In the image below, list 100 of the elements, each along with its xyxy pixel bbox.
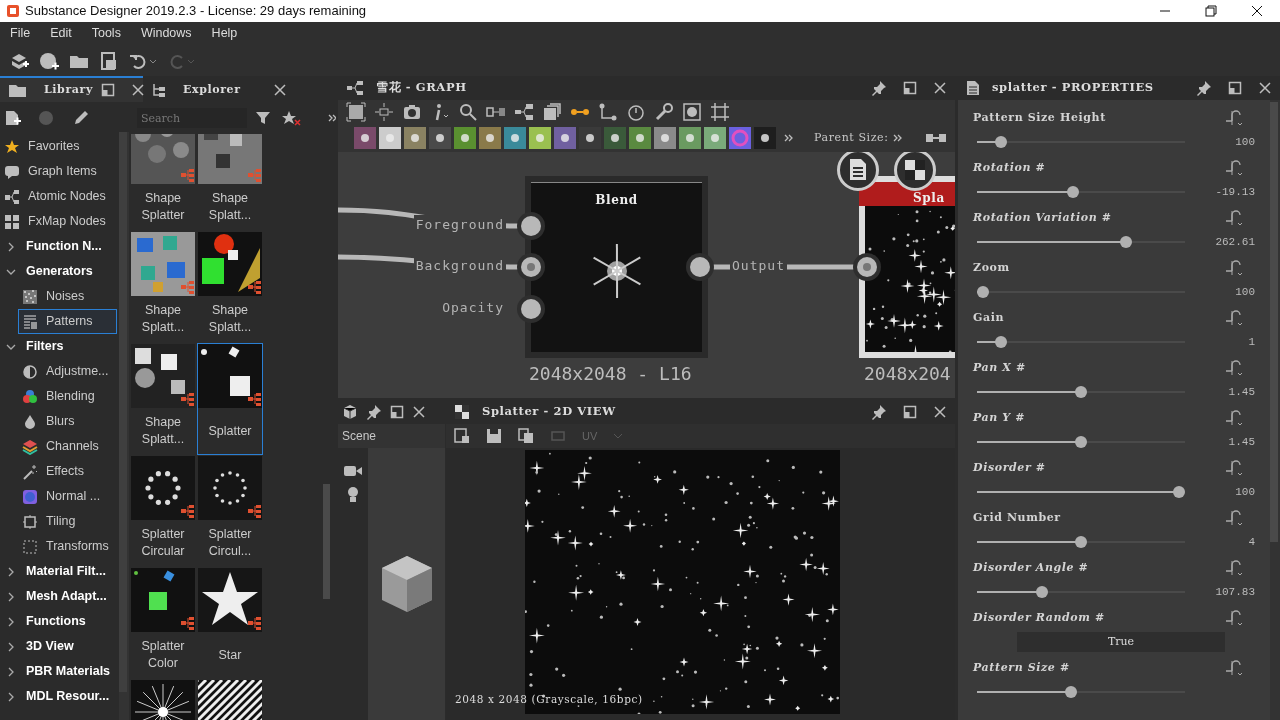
function-graph-icon[interactable] (1224, 659, 1244, 677)
slider[interactable] (977, 235, 1185, 249)
library-node-tile[interactable]: Shape Splatter (130, 134, 196, 231)
close-icon[interactable] (933, 405, 947, 419)
close-icon[interactable] (412, 405, 426, 419)
atomic-node-button-icon[interactable] (654, 127, 676, 149)
more-icon[interactable] (891, 132, 904, 144)
tree-item[interactable]: Material Filt... (0, 559, 118, 584)
atomic-node-button-icon[interactable] (354, 127, 376, 149)
function-graph-icon[interactable] (1224, 109, 1244, 127)
close-icon[interactable] (272, 83, 287, 97)
input-port[interactable] (517, 253, 545, 281)
atomic-node-button-icon[interactable] (529, 127, 551, 149)
menu-item[interactable]: Help (201, 24, 248, 43)
frame-icon[interactable] (346, 102, 366, 122)
tree-item[interactable]: Blending (0, 384, 118, 409)
function-graph-icon[interactable] (1224, 459, 1244, 477)
light-bulb-icon[interactable] (346, 486, 360, 504)
slider-handle[interactable] (1075, 536, 1087, 548)
function-graph-icon[interactable] (1224, 559, 1244, 577)
atomic-node-button-icon[interactable] (479, 127, 501, 149)
menu-item[interactable]: Tools (81, 24, 131, 43)
float-icon[interactable] (1228, 81, 1242, 95)
tree-item[interactable]: Favorites (0, 134, 118, 159)
atomic-node-button-icon[interactable] (429, 127, 451, 149)
atomic-node-button-icon[interactable] (704, 127, 726, 149)
tree-item[interactable]: MDL Resour... (0, 684, 118, 709)
tree-item[interactable]: Functions (0, 609, 118, 634)
graph-node[interactable]: Blend (525, 176, 708, 358)
tree-item[interactable]: Adjustme... (0, 359, 118, 384)
graph-node[interactable]: Spla (859, 176, 955, 358)
tree-item[interactable]: Blurs (0, 409, 118, 434)
slider-handle[interactable] (1075, 436, 1087, 448)
panel-tab[interactable]: Explorer (143, 76, 337, 102)
slider-handle[interactable] (977, 286, 989, 298)
atomic-node-button-icon[interactable] (629, 127, 651, 149)
slider[interactable] (977, 335, 1185, 349)
tree-item[interactable]: Tiling (0, 509, 118, 534)
slider-handle[interactable] (1065, 686, 1078, 698)
slider[interactable] (977, 685, 1185, 699)
link-icon[interactable] (924, 131, 947, 145)
slider[interactable] (977, 185, 1185, 199)
slider[interactable] (977, 585, 1185, 599)
clear-favorites-icon[interactable] (281, 110, 301, 126)
function-graph-icon[interactable] (1224, 209, 1244, 227)
camera-icon[interactable] (344, 464, 362, 478)
menu-item[interactable]: Edit (40, 24, 82, 43)
atomic-node-button-icon[interactable] (729, 127, 751, 149)
slider-handle[interactable] (1120, 236, 1133, 248)
atomic-node-button-icon[interactable] (454, 127, 476, 149)
library-node-tile[interactable]: Splatter Circular (130, 455, 196, 567)
tree-item[interactable]: Mesh Adapt... (0, 584, 118, 609)
preview-frame-icon[interactable] (682, 102, 702, 122)
tree-item[interactable]: 3D View (0, 634, 118, 659)
function-graph-icon[interactable] (1224, 259, 1244, 277)
atomic-node-button-icon[interactable] (604, 127, 626, 149)
slider-handle[interactable] (1075, 386, 1087, 398)
slider-handle[interactable] (1173, 486, 1185, 498)
atomic-node-button-icon[interactable] (379, 127, 401, 149)
library-node-tile[interactable]: Shape Splatt... (130, 231, 196, 343)
save-icon[interactable] (486, 428, 502, 444)
function-graph-icon[interactable] (1224, 409, 1244, 427)
new-folder-icon[interactable] (4, 109, 22, 127)
tree-item[interactable]: PBR Materials (0, 659, 118, 684)
function-graph-icon[interactable] (1224, 359, 1244, 377)
pin-icon[interactable] (871, 404, 887, 420)
fit-view-icon[interactable] (454, 428, 470, 444)
input-port[interactable] (517, 212, 545, 240)
library-node-tile[interactable]: Star (197, 567, 263, 679)
slider[interactable] (977, 385, 1185, 399)
layers-icon[interactable] (542, 102, 562, 122)
pin-icon[interactable] (871, 80, 887, 96)
copy-icon[interactable] (518, 428, 534, 444)
timer-icon[interactable] (626, 102, 646, 122)
slider-handle[interactable] (1067, 186, 1080, 198)
tree-item[interactable]: Graph Items (0, 159, 118, 184)
pencil-icon[interactable] (72, 109, 90, 127)
slider-handle[interactable] (994, 136, 1007, 148)
filter-icon[interactable] (255, 110, 273, 126)
close-icon[interactable] (933, 81, 947, 95)
function-graph-icon[interactable] (1224, 609, 1244, 627)
slider[interactable] (977, 135, 1185, 149)
atomic-node-button-icon[interactable] (679, 127, 701, 149)
tree-item[interactable]: Atomic Nodes (0, 184, 118, 209)
slider[interactable] (977, 285, 1185, 299)
menu-item[interactable]: File (0, 24, 41, 43)
library-node-tile[interactable]: Shape Splatt... (197, 134, 263, 231)
tree-item[interactable]: Filters (0, 334, 118, 359)
function-graph-icon[interactable] (1224, 309, 1244, 327)
slider-handle[interactable] (1035, 586, 1048, 598)
slider[interactable] (977, 485, 1185, 499)
pin-icon[interactable] (366, 404, 382, 420)
tree-item[interactable]: Normal ... (0, 484, 118, 509)
tree-item[interactable]: Effects (0, 459, 118, 484)
library-node-tile[interactable]: Shape Splatt... (130, 343, 196, 455)
search-field[interactable]: Search (137, 108, 247, 128)
function-graph-icon[interactable] (1224, 159, 1244, 177)
crop-icon[interactable] (710, 102, 730, 122)
slider[interactable] (977, 535, 1185, 549)
more-icon[interactable] (327, 112, 336, 124)
